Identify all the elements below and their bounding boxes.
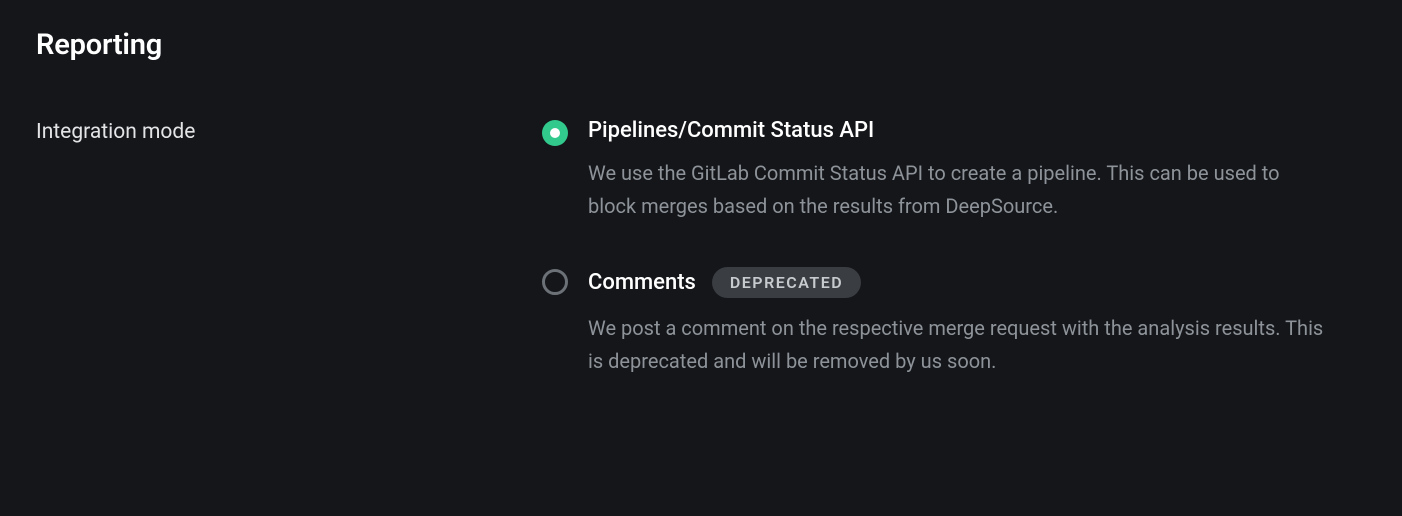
radio-icon-selected[interactable] bbox=[542, 120, 568, 146]
radio-option-pipelines[interactable]: Pipelines/Commit Status API We use the G… bbox=[542, 118, 1366, 223]
radio-title: Comments bbox=[588, 270, 696, 295]
deprecated-badge: DEPRECATED bbox=[712, 267, 861, 298]
radio-title: Pipelines/Commit Status API bbox=[588, 118, 874, 143]
radio-description: We use the GitLab Commit Status API to c… bbox=[588, 157, 1328, 223]
radio-title-row: Comments DEPRECATED bbox=[588, 267, 1366, 298]
radio-option-comments[interactable]: Comments DEPRECATED We post a comment on… bbox=[542, 267, 1366, 378]
setting-row: Integration mode Pipelines/Commit Status… bbox=[36, 118, 1366, 378]
radio-icon-unselected[interactable] bbox=[542, 269, 568, 295]
radio-description: We post a comment on the respective merg… bbox=[588, 312, 1328, 378]
section-title: Reporting bbox=[36, 28, 1366, 62]
radio-content: Comments DEPRECATED We post a comment on… bbox=[588, 267, 1366, 378]
radio-content: Pipelines/Commit Status API We use the G… bbox=[588, 118, 1366, 223]
setting-label: Integration mode bbox=[36, 118, 542, 144]
setting-options: Pipelines/Commit Status API We use the G… bbox=[542, 118, 1366, 378]
radio-title-row: Pipelines/Commit Status API bbox=[588, 118, 1366, 143]
